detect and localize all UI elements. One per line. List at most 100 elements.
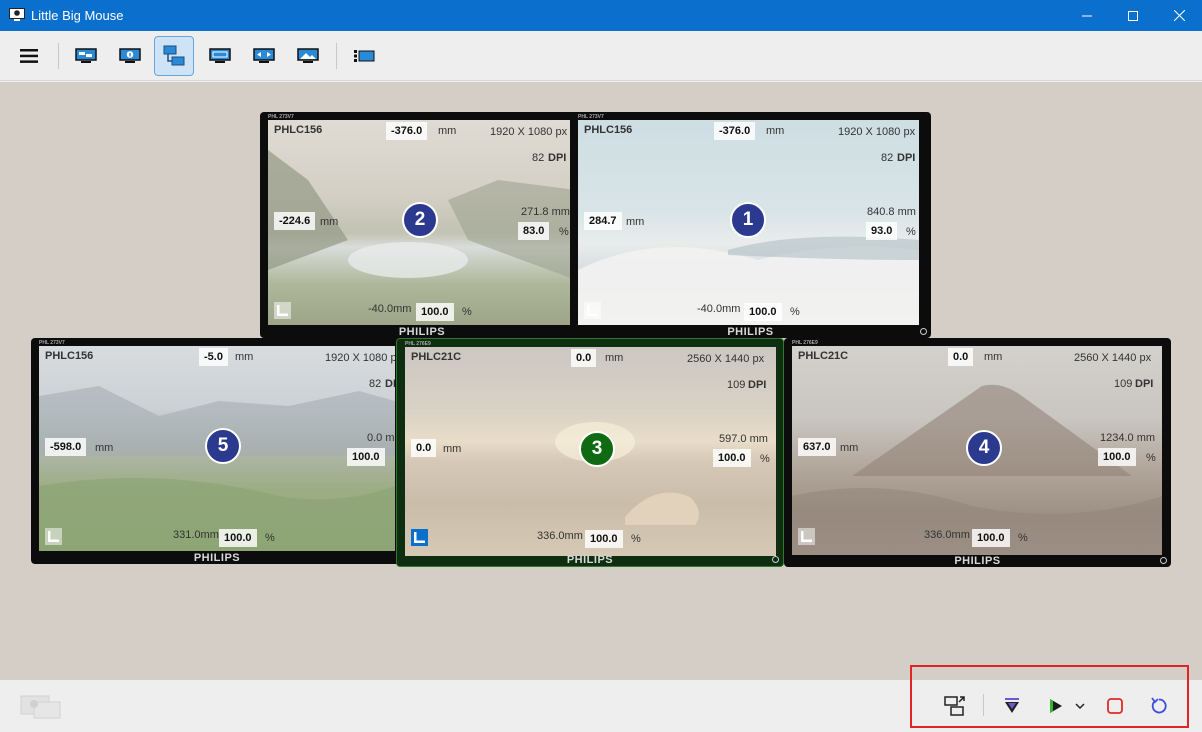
app-logo-icon — [9, 8, 25, 21]
monitor-layout-canvas: PHL 273V7 PHLC156 -376.0 mm 1920 X 1080 … — [0, 82, 1202, 680]
screen-dpi-value: 109 — [727, 379, 746, 391]
screen-brand: PHILIPS — [566, 554, 614, 566]
top-offset-field[interactable]: -5.0 — [199, 348, 228, 366]
top-offset-field[interactable]: -376.0 — [386, 122, 428, 140]
screen-2[interactable]: PHL 273V7 PHLC156 -376.0 mm 1920 X 1080 … — [260, 112, 584, 338]
corner-icon — [414, 532, 425, 543]
left-offset-field[interactable]: 0.0 — [411, 439, 437, 457]
screen-resolution: 1920 X 1080 px — [490, 126, 568, 138]
scale-field[interactable]: 93.0 — [866, 222, 898, 240]
scale-field[interactable]: 100.0 — [713, 449, 751, 467]
corner-toggle[interactable] — [274, 302, 291, 319]
size-button[interactable] — [200, 36, 240, 76]
bottom-offset-value: 336.0mm — [537, 530, 583, 542]
scale-unit: % — [559, 226, 569, 238]
toolbar — [0, 31, 1202, 81]
scale-unit: % — [1146, 452, 1156, 464]
bottom-scale-unit: % — [265, 532, 275, 544]
screen-3[interactable]: PHL 276E9 PHLC21C 0.0 mm 2560 X 1440 px … — [396, 338, 784, 567]
right-offset-value: 271.8 mm — [521, 206, 570, 218]
screen-resolution: 1920 X 1080 px — [838, 126, 916, 138]
corner-icon — [801, 531, 812, 542]
right-offset-value: 597.0 mm — [719, 433, 768, 445]
borders-button[interactable] — [244, 36, 284, 76]
monitor-borders-icon — [253, 48, 275, 63]
bottom-scale-field[interactable]: 100.0 — [972, 529, 1010, 547]
top-offset-unit: mm — [766, 125, 785, 137]
minimize-icon — [1082, 15, 1092, 16]
bottom-scale-field[interactable]: 100.0 — [585, 530, 623, 548]
menu-button[interactable] — [9, 36, 49, 76]
screen-5[interactable]: PHL 273V7 PHLC156 -5.0 mm 1920 X 1080 px… — [31, 338, 403, 564]
scale-field[interactable]: 100.0 — [1098, 448, 1136, 466]
left-offset-field[interactable]: -598.0 — [45, 438, 87, 456]
top-offset-field[interactable]: -376.0 — [714, 122, 756, 140]
bottom-scale-unit: % — [462, 306, 472, 318]
bottom-scale-field[interactable]: 100.0 — [416, 303, 454, 321]
right-offset-value: 1234.0 mm — [1100, 432, 1156, 444]
screen-4[interactable]: PHL 276E9 PHLC21C 0.0 mm 2560 X 1440 px … — [784, 338, 1171, 567]
bottom-scale-unit: % — [790, 306, 800, 318]
screen-wallpaper: PHLC21C 0.0 mm 2560 X 1440 px 109 DPI 63… — [792, 346, 1162, 555]
hamburger-menu-icon — [20, 49, 38, 63]
screen-number-badge: 1 — [730, 202, 766, 238]
left-offset-field[interactable]: 284.7 — [584, 212, 622, 230]
screen-wallpaper: PHLC156 -376.0 mm 1920 X 1080 px 82 DPI … — [578, 120, 919, 325]
scale-field[interactable]: 83.0 — [518, 222, 550, 240]
screen-dpi-value: 109 — [1114, 378, 1133, 390]
corner-toggle[interactable] — [584, 302, 601, 319]
monitor-location-icon — [75, 48, 97, 63]
screen-number-badge: 5 — [205, 428, 241, 464]
monitor-arrangement-icon — [163, 45, 185, 66]
screen-brand: PHILIPS — [954, 555, 1001, 567]
screen-1[interactable]: PHL 273V7 PHLC156 -376.0 mm 1920 X 1080 … — [570, 112, 931, 338]
corner-icon — [277, 305, 288, 316]
right-offset-value: 0.0 mm — [367, 432, 395, 444]
top-offset-unit: mm — [438, 125, 457, 137]
top-offset-field[interactable]: 0.0 — [571, 349, 597, 367]
screen-dpi-label: DPI — [548, 152, 567, 164]
screen-dpi-value: 82 — [881, 152, 894, 164]
bottom-offset-value: -40.0mm — [368, 303, 412, 315]
power-icon — [772, 556, 779, 563]
arrange-button[interactable] — [154, 36, 194, 76]
left-offset-unit: mm — [320, 216, 339, 228]
screen-number-badge: 3 — [579, 431, 615, 467]
vcp-control-icon — [354, 50, 375, 62]
wallpaper-button[interactable] — [288, 36, 328, 76]
bottom-offset-value: -40.0mm — [697, 303, 741, 315]
corner-icon — [48, 531, 59, 542]
screen-name: PHLC21C — [798, 350, 849, 362]
screen-wallpaper: PHLC156 -376.0 mm 1920 X 1080 px 82 DPI … — [268, 120, 576, 325]
info-button[interactable] — [110, 36, 150, 76]
minimize-button[interactable] — [1064, 0, 1110, 31]
left-offset-field[interactable]: 637.0 — [798, 438, 836, 456]
bottom-scale-field[interactable]: 100.0 — [219, 529, 257, 547]
location-button[interactable] — [66, 36, 106, 76]
corner-toggle[interactable] — [411, 529, 428, 546]
scale-field[interactable]: 100.0 — [347, 448, 385, 466]
app-watermark-icon — [20, 695, 61, 719]
corner-toggle[interactable] — [798, 528, 815, 545]
top-offset-unit: mm — [984, 351, 1003, 363]
screen-wallpaper: PHLC156 -5.0 mm 1920 X 1080 px 82 DPI -5… — [39, 346, 395, 551]
vcp-button[interactable] — [344, 36, 384, 76]
scale-unit: % — [760, 453, 770, 465]
screen-name: PHLC21C — [411, 351, 462, 363]
left-offset-field[interactable]: -224.6 — [274, 212, 316, 230]
screen-dpi-value: 82 — [532, 152, 545, 164]
monitor-wallpaper-icon — [297, 48, 319, 63]
toolbar-separator — [336, 43, 337, 69]
toolbar-separator — [58, 43, 59, 69]
close-button[interactable] — [1156, 0, 1202, 31]
maximize-icon — [1128, 10, 1138, 21]
maximize-button[interactable] — [1110, 0, 1156, 31]
screen-dpi-label: DPI — [1135, 378, 1154, 390]
screen-resolution: 1920 X 1080 px — [325, 352, 395, 364]
corner-toggle[interactable] — [45, 528, 62, 545]
screen-wallpaper: PHLC21C 0.0 mm 2560 X 1440 px 109 DPI 0.… — [405, 347, 776, 556]
highlight-rectangle — [910, 665, 1189, 728]
screen-brand: PHILIPS — [193, 552, 241, 564]
bottom-scale-field[interactable]: 100.0 — [744, 303, 782, 321]
top-offset-field[interactable]: 0.0 — [948, 348, 974, 366]
